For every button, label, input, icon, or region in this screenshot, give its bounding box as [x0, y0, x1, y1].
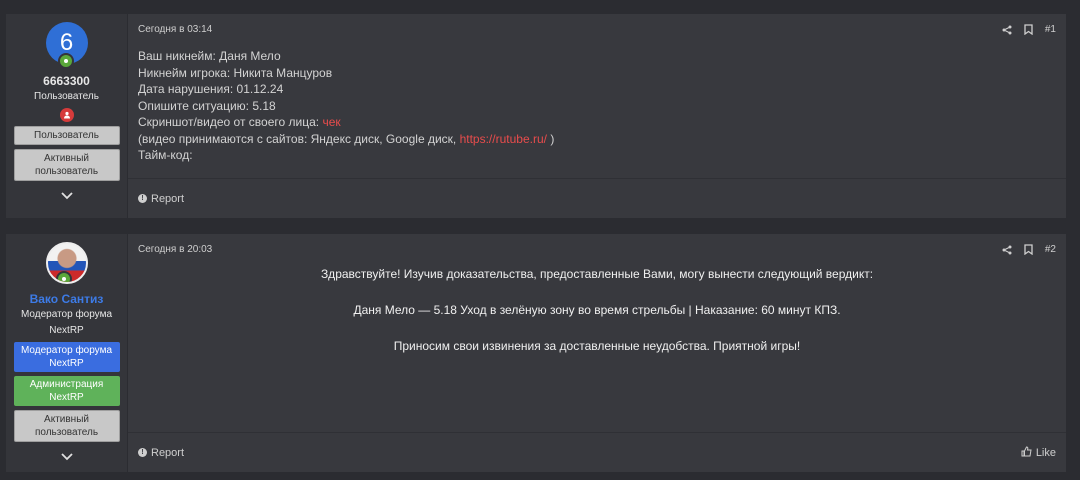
report-label: Report — [151, 446, 185, 459]
post-body: Здравствуйте! Изучив доказательства, пре… — [128, 266, 1066, 374]
user-info: 6 6663300 Пользователь Пользователь Акти… — [6, 14, 128, 218]
post-2: Вако Сантиз Модератор форума NextRP Моде… — [6, 234, 1066, 472]
online-icon — [55, 271, 72, 282]
body-line: Ваш никнейм: Даня Мело — [138, 49, 281, 63]
user-badge: Активный пользователь — [13, 410, 120, 442]
user-badge: Активный пользователь — [13, 149, 120, 181]
report-label: Report — [151, 192, 185, 205]
like-label: Like — [1035, 446, 1056, 459]
report-icon: ! — [138, 194, 147, 203]
rutube-link[interactable]: https://rutube.ru/ — [460, 132, 547, 146]
report-button[interactable]: ! Report — [138, 447, 184, 459]
username[interactable]: 6663300 — [43, 74, 90, 88]
body-paragraph: Здравствуйте! Изучив доказательства, пре… — [320, 267, 874, 281]
body-paragraph: Даня Мело — 5.18 Уход в зелёную зону во … — [353, 303, 841, 317]
user-info: Вако Сантиз Модератор форума NextRP Моде… — [6, 234, 128, 472]
body-line: Тайм-код: — [138, 148, 193, 162]
post-number[interactable]: #1 — [1045, 24, 1056, 35]
share-icon[interactable] — [1002, 25, 1012, 35]
user-badge: Модератор форума NextRP — [13, 342, 120, 372]
report-button[interactable]: ! Report — [138, 193, 184, 205]
post-number[interactable]: #2 — [1045, 244, 1056, 255]
body-line: Дата нарушения: 01.12.24 — [138, 82, 284, 96]
body-line: (видео принимаются с сайтов: Яндекс диск… — [138, 131, 554, 148]
post-date[interactable]: Сегодня в 03:14 — [138, 24, 212, 35]
post-actions: #1 — [1002, 24, 1056, 35]
post-footer: ! Report — [128, 178, 1066, 218]
post-footer: ! Report Like — [128, 432, 1066, 472]
post-body: Ваш никнейм: Даня Мело Никнейм игрока: Н… — [138, 48, 554, 164]
body-line: Никнейм игрока: Никита Манцуров — [138, 65, 333, 80]
post-actions: #2 — [1002, 244, 1056, 255]
post-1: 6 6663300 Пользователь Пользователь Акти… — [6, 14, 1066, 218]
like-button[interactable]: Like — [1021, 445, 1056, 460]
user-title: Модератор форума — [20, 309, 112, 320]
user-title: Пользователь — [34, 91, 99, 102]
post-date[interactable]: Сегодня в 20:03 — [138, 244, 212, 255]
user-title: NextRP — [49, 325, 84, 336]
post-content: Сегодня в 03:14 #1 Ваш никнейм: Даня Мел… — [128, 14, 1066, 218]
bookmark-icon[interactable] — [1024, 244, 1033, 255]
proof-link[interactable]: чек — [322, 115, 340, 129]
chevron-down-icon[interactable] — [60, 189, 73, 203]
user-badge: Администрация NextRP — [13, 376, 120, 406]
bookmark-icon[interactable] — [1024, 24, 1033, 35]
share-icon[interactable] — [1002, 245, 1012, 255]
body-line: Опишите ситуацию: 5.18 — [138, 98, 276, 113]
online-icon — [57, 53, 74, 69]
proof-label: Скриншот/видео от своего лица: — [138, 115, 320, 129]
body-line: Скриншот/видео от своего лица: чек — [138, 114, 554, 131]
body-paragraph: Приносим свои извинения за доставленные … — [393, 339, 801, 353]
avatar[interactable] — [45, 242, 88, 284]
report-icon: ! — [138, 448, 147, 457]
chevron-down-icon[interactable] — [60, 450, 73, 464]
video-note-end: ) — [550, 131, 555, 146]
role-icon — [59, 108, 74, 122]
video-note: (видео принимаются с сайтов: Яндекс диск… — [138, 131, 457, 146]
like-icon — [1021, 445, 1032, 460]
avatar[interactable]: 6 — [45, 22, 88, 69]
username[interactable]: Вако Сантиз — [30, 292, 104, 306]
post-content: Сегодня в 20:03 #2 Здравствуйте! Изучив … — [128, 234, 1066, 472]
user-badge: Пользователь — [13, 126, 120, 145]
